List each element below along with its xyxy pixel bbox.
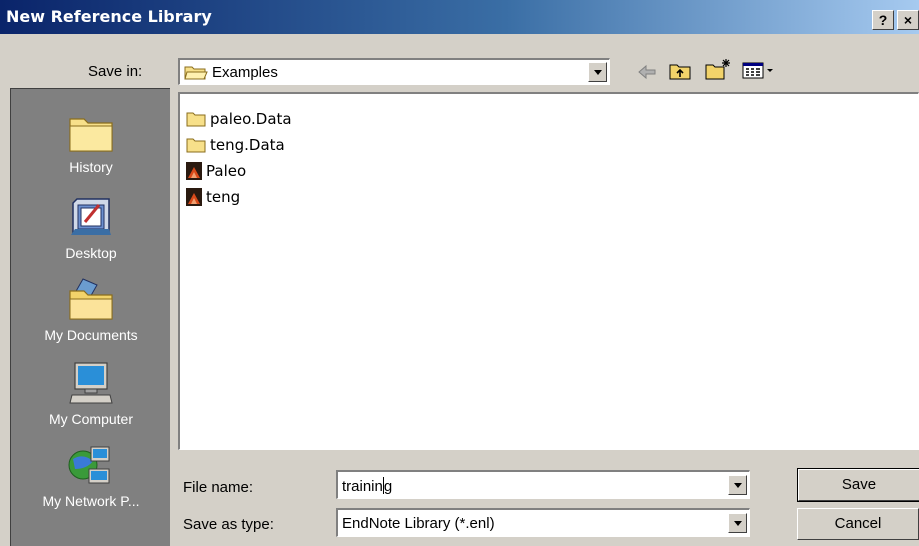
cancel-button-label: Cancel	[834, 515, 882, 532]
file-name-text-after-caret: g	[383, 478, 393, 495]
places-item-label: History	[69, 159, 113, 175]
places-item-history[interactable]: History	[11, 113, 171, 175]
file-name: teng	[206, 188, 241, 206]
save-button-label: Save	[841, 476, 877, 493]
cancel-button[interactable]: Cancel	[797, 508, 919, 540]
places-item-label: Desktop	[65, 245, 117, 261]
save-in-dropdown[interactable]: Examples	[178, 58, 610, 85]
my-computer-icon	[69, 362, 113, 404]
open-folder-icon	[184, 66, 208, 80]
list-item[interactable]: teng.Data	[186, 134, 285, 156]
places-bar: History Desktop My Documents My Computer	[10, 88, 170, 546]
save-as-type-value: EndNote Library (*.enl)	[342, 515, 495, 532]
close-icon: ×	[903, 12, 913, 28]
places-item-label: My Network P...	[42, 493, 140, 509]
endnote-library-icon	[186, 162, 202, 180]
window-title: New Reference Library	[6, 7, 212, 26]
save-in-dropdown-arrow[interactable]	[588, 62, 607, 82]
desktop-icon	[71, 198, 111, 235]
title-bar: New Reference Library ? ×	[0, 0, 919, 34]
my-network-places-icon	[68, 446, 110, 484]
file-name-dropdown-arrow[interactable]	[728, 475, 747, 495]
help-button[interactable]: ?	[872, 10, 894, 30]
list-item[interactable]: paleo.Data	[186, 108, 292, 130]
file-name-label: File name:	[183, 479, 254, 496]
file-name-value: training	[342, 477, 392, 495]
history-folder-icon	[69, 118, 113, 152]
back-arrow-icon[interactable]	[636, 63, 658, 81]
save-in-value: Examples	[212, 64, 278, 81]
places-item-my-computer[interactable]: My Computer	[11, 361, 171, 427]
save-button[interactable]: Save	[797, 468, 919, 502]
close-button[interactable]: ×	[897, 10, 919, 30]
save-as-type-dropdown-arrow[interactable]	[728, 513, 747, 533]
places-item-label: My Documents	[44, 327, 138, 343]
places-item-my-documents[interactable]: My Documents	[11, 277, 171, 343]
create-new-folder-icon[interactable]	[704, 58, 732, 81]
file-name: teng.Data	[210, 136, 285, 154]
up-one-level-icon[interactable]	[668, 61, 692, 81]
file-name-input[interactable]: training	[336, 470, 750, 499]
file-name: paleo.Data	[210, 110, 292, 128]
file-name: Paleo	[206, 162, 247, 180]
file-list[interactable]: paleo.Data teng.Data Paleo teng	[178, 92, 919, 450]
help-icon: ?	[878, 12, 888, 28]
folder-icon	[186, 138, 206, 153]
list-item[interactable]: Paleo	[186, 160, 246, 182]
places-item-label: My Computer	[48, 411, 134, 427]
save-as-type-label: Save as type:	[183, 516, 274, 533]
file-name-text-before-caret: trainin	[342, 478, 383, 495]
places-item-my-network-places[interactable]: My Network P...	[11, 443, 171, 509]
my-documents-folder-icon	[69, 278, 113, 320]
view-menu-icon[interactable]	[742, 62, 776, 80]
save-in-label: Save in:	[88, 63, 143, 80]
save-as-type-dropdown[interactable]: EndNote Library (*.enl)	[336, 508, 750, 537]
folder-icon	[186, 112, 206, 127]
endnote-library-icon	[186, 188, 202, 206]
list-item[interactable]: teng	[186, 186, 240, 208]
places-item-desktop[interactable]: Desktop	[11, 195, 171, 261]
